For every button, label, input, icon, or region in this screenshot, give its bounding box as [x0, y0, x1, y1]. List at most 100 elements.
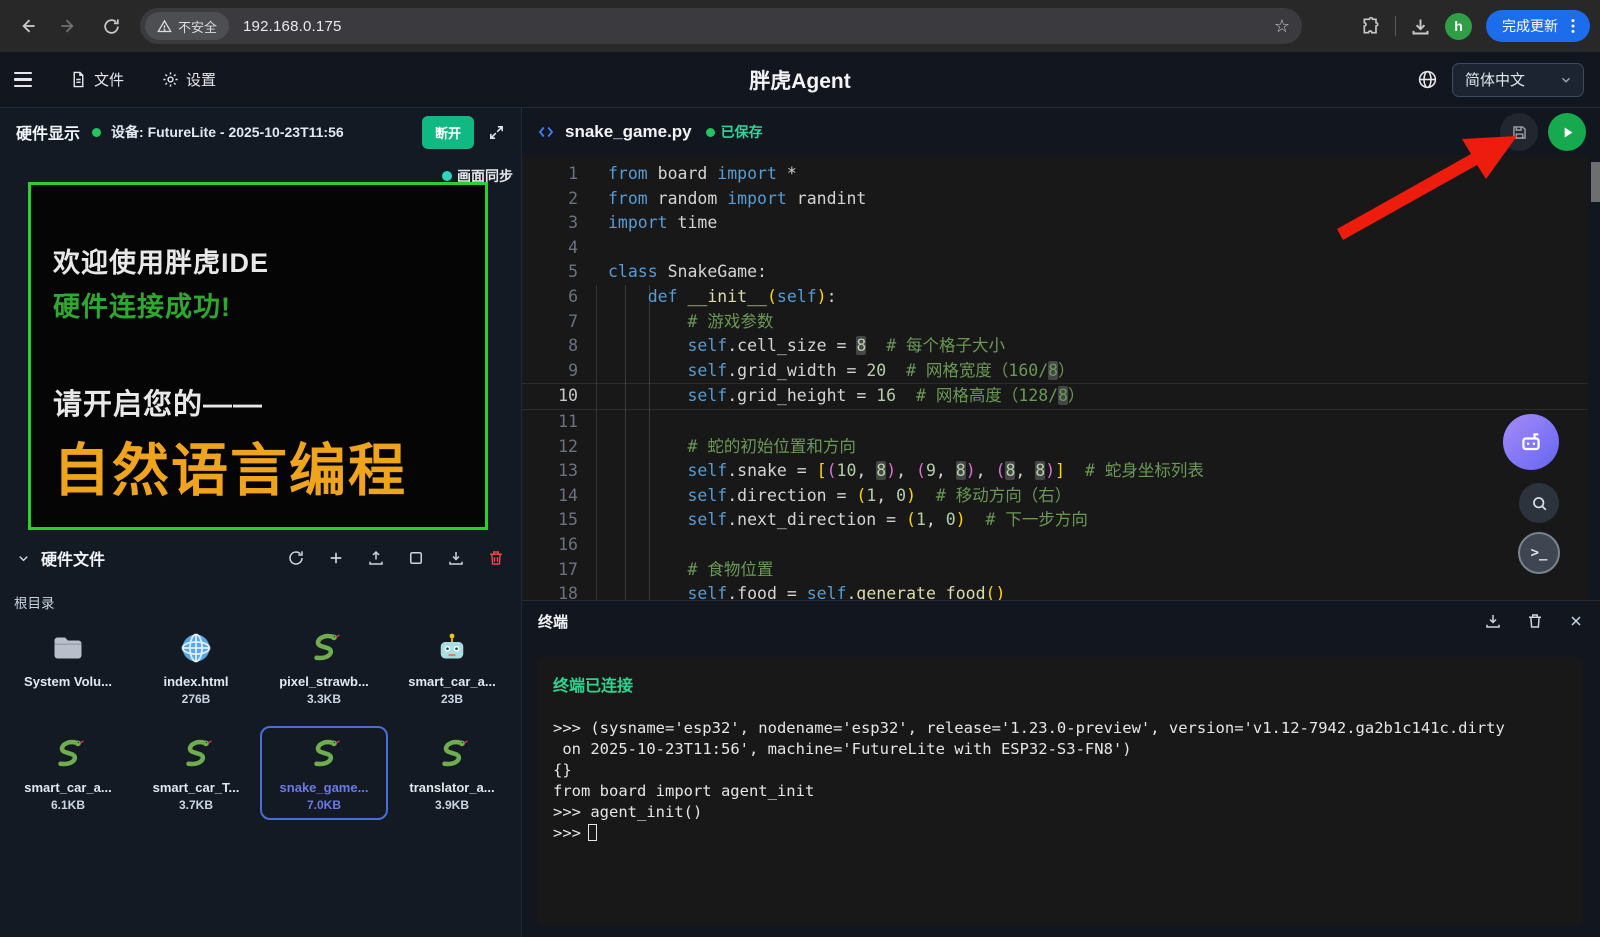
ai-assistant-button[interactable] [1503, 414, 1559, 470]
terminal-output[interactable]: 终端已连接 >>> (sysname='esp32', nodename='es… [537, 657, 1583, 925]
search-fab-button[interactable] [1519, 483, 1559, 523]
code-text: import time [608, 211, 717, 236]
terminal-close-button[interactable] [1568, 613, 1584, 629]
run-button[interactable] [1548, 113, 1586, 151]
code-line[interactable]: 13 self.snake = [(10, 8), (9, 8), (8, 8)… [522, 459, 1588, 484]
editor-scrollbar[interactable] [1591, 162, 1600, 202]
chevron-down-icon[interactable] [16, 551, 31, 566]
avatar[interactable]: h [1445, 13, 1472, 40]
reload-button[interactable] [94, 9, 128, 43]
code-line[interactable]: 18 self.food = self.generate_food() [522, 582, 1588, 600]
extensions-button[interactable] [1361, 16, 1381, 36]
line-number: 15 [538, 508, 578, 533]
refresh-files-button[interactable] [287, 549, 305, 567]
terminal-download-button[interactable] [1484, 612, 1502, 630]
update-button[interactable]: 完成更新 [1486, 10, 1590, 42]
code-line[interactable]: 9 self.grid_width = 20 # 网格宽度（160/8） [522, 359, 1588, 384]
hardware-panel-title: 硬件显示 [16, 120, 80, 144]
code-text: from random import randint [608, 187, 866, 212]
kebab-menu-icon[interactable] [1566, 18, 1580, 34]
file-tile[interactable]: snake_game...7.0KB [260, 726, 388, 820]
line-number: 2 [538, 187, 578, 212]
trash-icon [487, 549, 505, 567]
editor-header: snake_game.py 已保存 [522, 108, 1600, 156]
globe-icon [178, 630, 214, 666]
forward-icon [59, 16, 79, 36]
code-line[interactable]: 5class SnakeGame: [522, 260, 1588, 285]
forward-button[interactable] [52, 9, 86, 43]
line-number: 3 [538, 211, 578, 236]
code-line[interactable]: 6 def __init__(self): [522, 285, 1588, 310]
delete-file-button[interactable] [487, 549, 505, 567]
file-tile[interactable]: smart_car_T...3.7KB [132, 726, 260, 820]
code-line[interactable]: 4 [522, 236, 1588, 261]
browser-toolbar: 不安全 192.168.0.175 ☆ h 完成更新 [0, 0, 1600, 52]
code-editor[interactable]: 1from board import *2 from random import … [522, 156, 1588, 600]
code-text: self.grid_width = 20 # 网格宽度（160/8） [608, 359, 1075, 384]
code-line[interactable]: 15 self.next_direction = (1, 0) # 下一步方向 [522, 508, 1588, 533]
line-number: 9 [538, 359, 578, 384]
download-file-button[interactable] [447, 549, 465, 567]
file-name: pixel_strawb... [279, 674, 369, 689]
device-screen-preview: 欢迎使用胖虎IDE 硬件连接成功! 请开启您的—— 自然语言编程 [28, 182, 488, 530]
code-text: self.cell_size = 8 # 每个格子大小 [608, 334, 1005, 359]
expand-button[interactable] [488, 124, 505, 141]
screen-line-1: 欢迎使用胖虎IDE [53, 241, 269, 280]
save-button[interactable] [1500, 113, 1538, 151]
terminal-clear-button[interactable] [1526, 612, 1544, 630]
address-bar[interactable]: 不安全 192.168.0.175 ☆ [140, 8, 1302, 44]
app-header: 文件 设置 胖虎Agent 简体中文 [0, 52, 1600, 108]
screen-line-2: 硬件连接成功! [53, 285, 231, 324]
back-button[interactable] [10, 9, 44, 43]
disconnect-button[interactable]: 断开 [422, 116, 474, 149]
language-select[interactable]: 简体中文 [1452, 63, 1584, 97]
terminal-cursor [588, 824, 597, 841]
globe-icon[interactable] [1417, 69, 1438, 90]
file-grid: System Volu...index.html276Bpixel_strawb… [4, 620, 516, 820]
file-tile[interactable]: pixel_strawb...3.3KB [260, 620, 388, 714]
code-line[interactable]: 1from board import * [522, 162, 1588, 187]
code-line[interactable]: 14 self.direction = (1, 0) # 移动方向（右） [522, 484, 1588, 509]
file-tile[interactable]: System Volu... [4, 620, 132, 714]
star-icon[interactable]: ☆ [1274, 16, 1290, 37]
select-files-button[interactable] [407, 549, 425, 567]
code-line[interactable]: 16 [522, 533, 1588, 558]
code-line[interactable]: 3 import time [522, 211, 1588, 236]
terminal-fab-button[interactable]: >_ [1518, 532, 1560, 574]
terminal-panel: 终端 终端已连接 >>> (sysname='esp32', nodename=… [522, 600, 1600, 937]
code-line[interactable]: 8 self.cell_size = 8 # 每个格子大小 [522, 334, 1588, 359]
file-tile[interactable]: smart_car_a...23B [388, 620, 516, 714]
line-number: 18 [538, 582, 578, 600]
save-status: 已保存 [706, 122, 763, 142]
terminal-lines: >>> (sysname='esp32', nodename='esp32', … [553, 718, 1567, 823]
line-number: 6 [538, 285, 578, 310]
snake-file-icon [50, 736, 86, 772]
terminal-title: 终端 [538, 611, 568, 632]
code-text: # 游戏参数 [608, 310, 773, 335]
code-line[interactable]: 2 from random import randint [522, 187, 1588, 212]
back-icon [17, 16, 37, 36]
downloads-button[interactable] [1410, 16, 1431, 37]
plus-icon [327, 549, 345, 567]
snake-icon [50, 736, 86, 772]
code-line[interactable]: 11 [522, 410, 1588, 435]
globe-file-icon [178, 630, 214, 666]
snake-icon [306, 736, 342, 772]
screen-line-3: 请开启您的—— [53, 381, 263, 423]
code-line[interactable]: 17 # 食物位置 [522, 558, 1588, 583]
code-line[interactable]: 10 self.grid_height = 16 # 网格高度（128/8） [522, 383, 1588, 410]
code-line[interactable]: 12 # 蛇的初始位置和方向 [522, 435, 1588, 460]
security-badge[interactable]: 不安全 [145, 12, 229, 40]
upload-file-button[interactable] [367, 549, 385, 567]
file-size: 6.1KB [51, 798, 85, 812]
file-tile[interactable]: index.html276B [132, 620, 260, 714]
file-tile[interactable]: translator_a...3.9KB [388, 726, 516, 820]
upload-icon [367, 549, 385, 567]
file-tile[interactable]: smart_car_a...6.1KB [4, 726, 132, 820]
download-icon [1484, 612, 1502, 630]
line-number: 13 [538, 459, 578, 484]
line-number: 7 [538, 310, 578, 335]
code-line[interactable]: 7 # 游戏参数 [522, 310, 1588, 335]
update-button-label: 完成更新 [1502, 16, 1558, 36]
new-file-button[interactable] [327, 549, 345, 567]
